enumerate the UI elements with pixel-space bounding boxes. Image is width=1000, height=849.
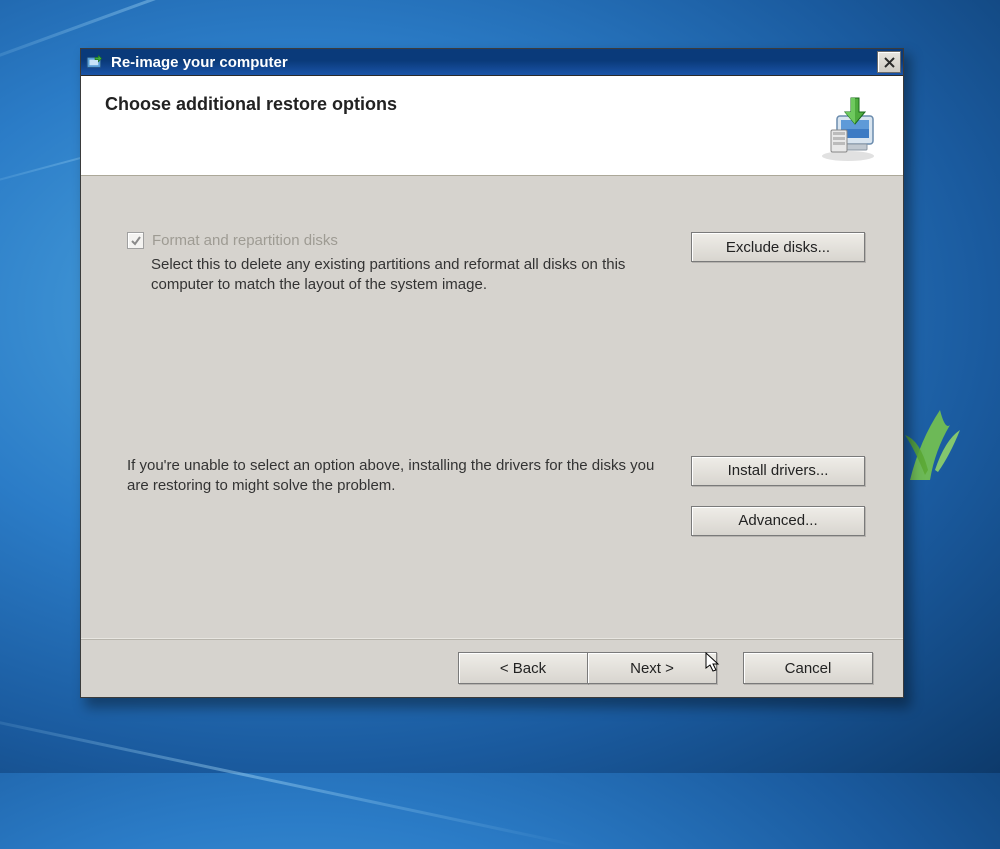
window-title: Re-image your computer: [111, 54, 877, 71]
titlebar: Re-image your computer: [81, 49, 903, 76]
install-drivers-description: If you're unable to select an option abo…: [127, 456, 667, 497]
cancel-button[interactable]: Cancel: [743, 652, 873, 684]
reimage-dialog: Re-image your computer Choose additional…: [80, 48, 904, 698]
format-repartition-label: Format and repartition disks: [152, 232, 338, 249]
advanced-button[interactable]: Advanced...: [691, 506, 865, 536]
exclude-disks-button[interactable]: Exclude disks...: [691, 232, 865, 262]
page-title: Choose additional restore options: [105, 94, 813, 115]
footer-pane: < Back Next > Cancel: [81, 638, 903, 697]
next-button[interactable]: Next >: [587, 652, 717, 684]
check-icon: [130, 235, 142, 247]
back-button[interactable]: < Back: [458, 652, 588, 684]
body-pane: Format and repartition disks Select this…: [81, 176, 903, 638]
app-icon: [85, 53, 105, 71]
close-button[interactable]: [877, 51, 901, 73]
close-icon: [884, 57, 895, 68]
header-pane: Choose additional restore options: [81, 76, 903, 176]
format-repartition-checkbox: [127, 232, 144, 249]
restore-icon: [813, 94, 883, 164]
install-drivers-button[interactable]: Install drivers...: [691, 456, 865, 486]
format-repartition-description: Select this to delete any existing parti…: [151, 255, 667, 296]
